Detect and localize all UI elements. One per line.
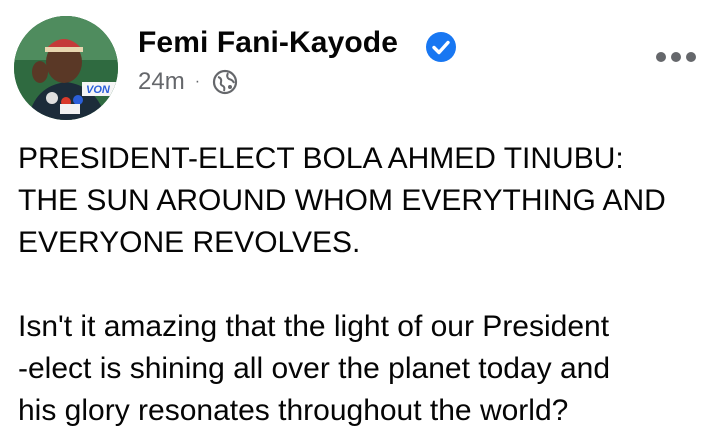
more-options-icon[interactable] [654, 50, 698, 64]
post-timestamp[interactable]: 24m [138, 68, 185, 96]
avatar-banner-text: VON [86, 84, 111, 96]
post-paragraph-headline: PRESIDENT-ELECT BOLA AHMED TINUBU: THE S… [18, 142, 666, 259]
author-name[interactable]: Femi Fani-Kayode [138, 26, 398, 60]
avatar-photo: VON [14, 16, 118, 120]
author-avatar[interactable]: VON [14, 16, 118, 120]
post-paragraph-body: Isn't it amazing that the light of our P… [18, 310, 611, 427]
globe-icon[interactable] [212, 69, 238, 95]
meta-separator: · [194, 73, 201, 90]
post-meta: 24m · [138, 66, 238, 98]
post-body: PRESIDENT-ELECT BOLA AHMED TINUBU: THE S… [18, 138, 708, 432]
verified-badge-icon [426, 32, 456, 62]
facebook-post: VON Femi Fani-Kayode 24m · PRESIDENT-ELE… [0, 0, 716, 427]
